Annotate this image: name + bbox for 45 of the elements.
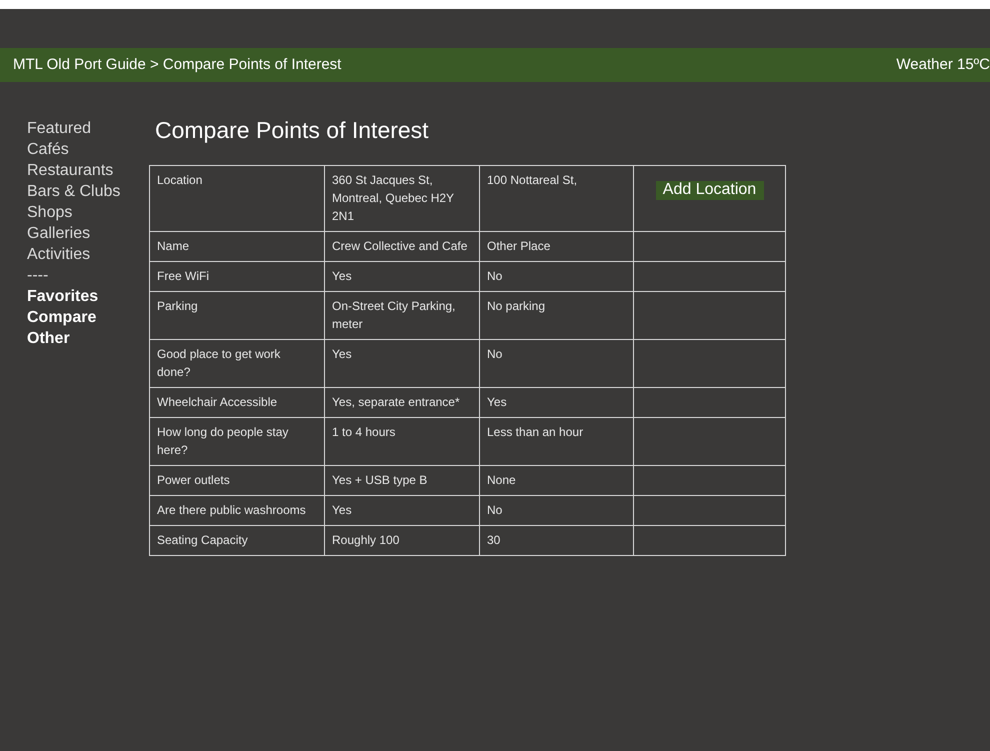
table-cell: Yes	[324, 262, 480, 292]
sidebar-item[interactable]: Other	[27, 328, 70, 349]
sidebar-item[interactable]: Shops	[27, 202, 72, 223]
row-header-cell: How long do people stay here?	[150, 418, 324, 466]
table-cell: Yes + USB type B	[324, 466, 480, 496]
add-location-button[interactable]: Add Location	[656, 181, 764, 200]
table-cell: Yes	[324, 496, 480, 526]
row-header-cell: Are there public washrooms	[150, 496, 324, 526]
table-cell: Less than an hour	[480, 418, 634, 466]
row-header-cell: Name	[150, 232, 324, 262]
row-header-cell: Location	[150, 166, 324, 232]
sidebar-item[interactable]: ----	[27, 265, 48, 286]
sidebar-item[interactable]: Restaurants	[27, 160, 114, 181]
sidebar-item[interactable]: Favorites	[27, 286, 98, 307]
table-cell: Yes	[480, 388, 634, 418]
table-cell: No	[480, 340, 634, 388]
sidebar-item[interactable]: Cafés	[27, 139, 69, 160]
table-cell: Crew Collective and Cafe	[324, 232, 480, 262]
table-cell: None	[480, 466, 634, 496]
sidebar-item[interactable]: Featured	[27, 118, 92, 139]
sidebar-item[interactable]: Bars & Clubs	[27, 181, 120, 202]
weather-label: Weather 15ºC	[896, 54, 990, 75]
table-cell: Other Place	[480, 232, 634, 262]
table-cell: 30	[480, 526, 634, 556]
table-cell: 1 to 4 hours	[324, 418, 480, 466]
table-cell: 100 Nottareal St,	[480, 166, 634, 232]
table-cell: Yes, separate entrance*	[324, 388, 480, 418]
table-cell: Roughly 100	[324, 526, 480, 556]
table-cell: No	[480, 262, 634, 292]
table-cell: 360 St Jacques St, Montreal, Quebec H2Y 2N1	[324, 166, 480, 232]
page-title: Compare Points of Interest	[154, 116, 430, 145]
sidebar-item[interactable]: Compare	[27, 307, 96, 328]
sidebar-item[interactable]: Galleries	[27, 223, 90, 244]
row-header-cell: Power outlets	[150, 466, 324, 496]
table-cell: On-Street City Parking, meter	[324, 292, 480, 340]
breadcrumb: MTL Old Port Guide > Compare Points of Interest	[13, 54, 342, 75]
row-header-cell: Wheelchair Accessible	[150, 388, 324, 418]
row-header-cell: Seating Capacity	[150, 526, 324, 556]
table-cell: No parking	[480, 292, 634, 340]
table-cell: No	[480, 496, 634, 526]
row-header-cell: Parking	[150, 292, 324, 340]
row-header-cell: Good place to get work done?	[150, 340, 324, 388]
sidebar-item[interactable]: Activities	[27, 244, 90, 265]
table-cell: Yes	[324, 340, 480, 388]
row-header-cell: Free WiFi	[150, 262, 324, 292]
